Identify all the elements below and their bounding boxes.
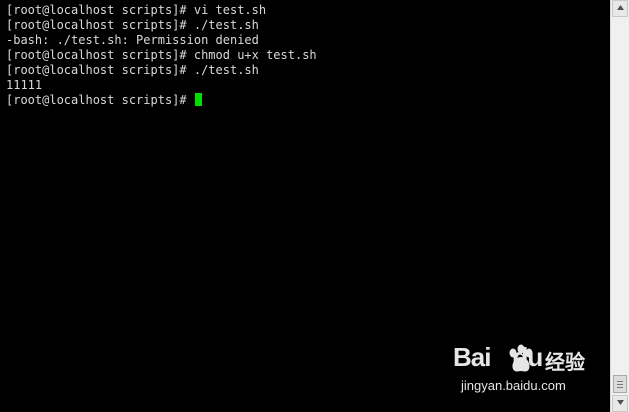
- terminal-line: -bash: ./test.sh: Permission denied: [6, 33, 259, 47]
- scroll-down-arrow-icon: [616, 400, 624, 405]
- thumb-grip: [617, 381, 623, 382]
- scroll-down-button[interactable]: [612, 395, 628, 412]
- watermark-url: jingyan.baidu.com: [461, 378, 566, 393]
- terminal-line: [root@localhost scripts]# ./test.sh: [6, 18, 259, 32]
- terminal-output: [root@localhost scripts]# vi test.sh [ro…: [6, 3, 317, 108]
- terminal-line: [root@localhost scripts]# vi test.sh: [6, 3, 267, 17]
- watermark-chinese-text: 经验: [545, 350, 585, 374]
- terminal-cursor: [194, 93, 202, 106]
- baidu-jingyan-watermark: Bai du 经验 jingyan.baidu.com: [445, 342, 585, 402]
- scroll-thumb[interactable]: [613, 375, 627, 393]
- scroll-up-arrow-icon: [616, 5, 624, 10]
- scroll-up-button[interactable]: [612, 0, 628, 17]
- paw-icon: [509, 344, 533, 372]
- terminal-prompt: [root@localhost scripts]#: [6, 93, 194, 107]
- terminal-line: [root@localhost scripts]# chmod u+x test…: [6, 48, 317, 62]
- terminal-line: [root@localhost scripts]# ./test.sh: [6, 63, 259, 77]
- terminal-area[interactable]: [root@localhost scripts]# vi test.sh [ro…: [0, 0, 610, 412]
- terminal-line: 11111: [6, 78, 43, 92]
- terminal-prompt-line[interactable]: [root@localhost scripts]#: [6, 93, 317, 108]
- thumb-grip: [617, 387, 623, 388]
- vertical-scrollbar[interactable]: [610, 0, 629, 412]
- thumb-grip: [617, 384, 623, 385]
- terminal-window: [root@localhost scripts]# vi test.sh [ro…: [0, 0, 629, 412]
